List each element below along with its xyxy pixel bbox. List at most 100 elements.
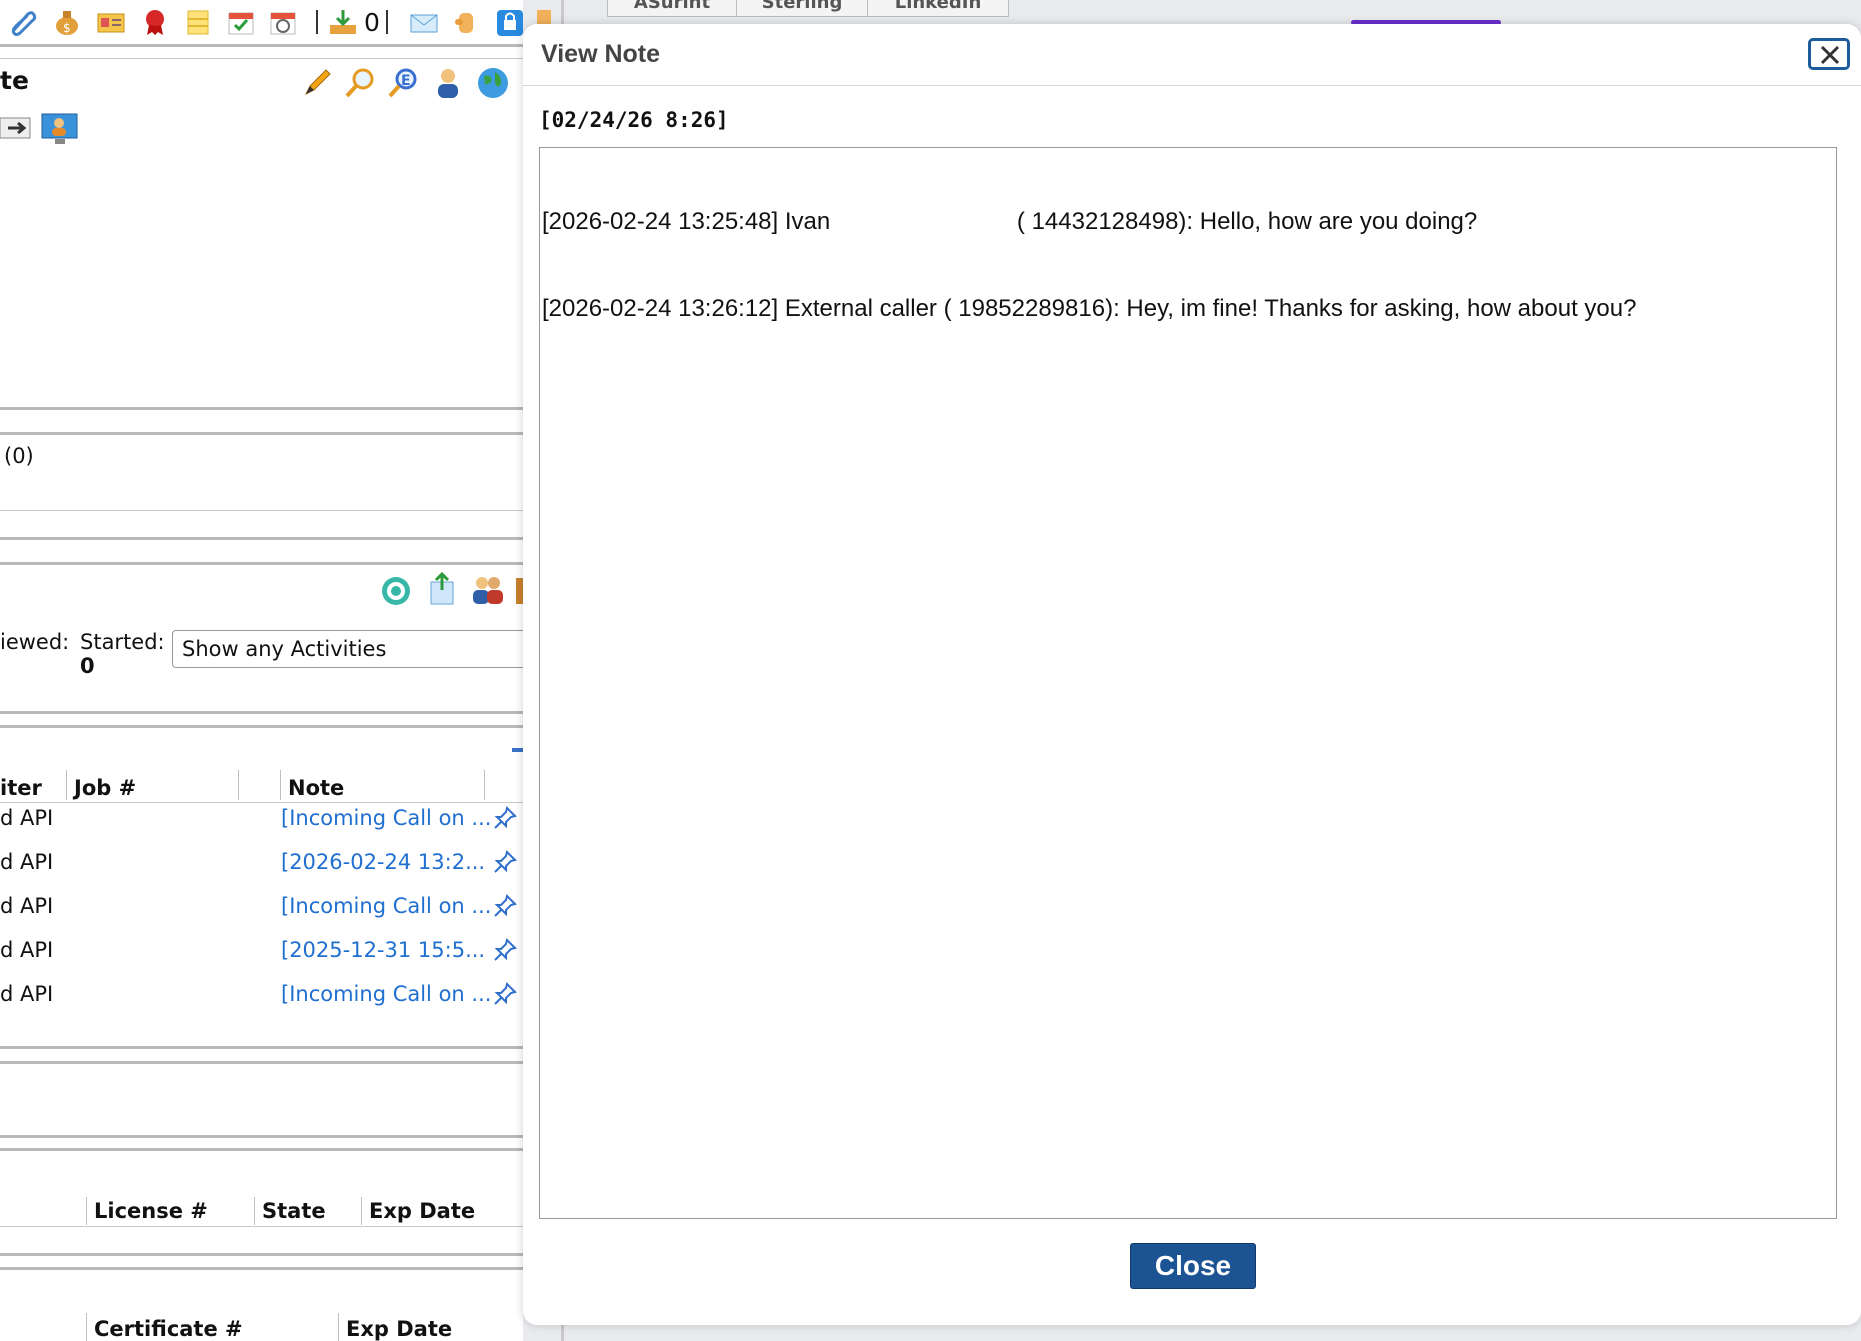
col-divider [280,770,281,800]
toolbar-separator [0,44,523,47]
pin-icon[interactable] [492,893,518,919]
row-note-link[interactable]: [Incoming Call on ... [281,894,491,918]
forward-email-icon[interactable] [0,114,32,146]
row-source: d API [0,806,54,830]
col-header-state[interactable]: State [262,1199,326,1223]
edit-pencil-icon[interactable] [300,66,334,104]
separator [0,1135,523,1138]
background-record-panel: $ 0 te E (0) iewed: Started: 0 Show any … [0,0,523,1341]
target-icon[interactable] [380,575,412,611]
globe-icon[interactable] [476,66,510,104]
pin-icon[interactable] [492,805,518,831]
separator [0,711,523,714]
separator [0,1046,523,1049]
count-label: (0) [4,444,34,468]
tab-stub[interactable]: LinkedIn [867,0,1009,17]
award-ribbon-icon[interactable] [140,8,170,36]
dialog-title: View Note [541,40,661,68]
col-divider [254,1197,255,1225]
tab-stub[interactable]: ASurint [607,0,737,17]
col-divider [361,1197,362,1225]
user-icon[interactable] [431,66,465,104]
calendar-clock-icon[interactable] [268,8,298,36]
svg-text:$: $ [63,21,71,35]
col-divider [86,1197,87,1225]
note-textarea[interactable]: [2026-02-24 13:25:48] Ivan ( 14432128498… [539,147,1837,1219]
note-line: [2026-02-24 13:26:12] External caller ( … [542,295,1637,322]
col-header-note[interactable]: Note [288,776,344,800]
mail-icon[interactable] [409,8,439,36]
monitor-user-icon[interactable] [41,112,79,150]
row-note-link[interactable]: [Incoming Call on ... [281,982,491,1006]
toolbar-divider [316,10,318,34]
view-note-dialog: View Note [02/24/26 8:26] [2026-02-24 13… [523,24,1861,1325]
col-divider [238,770,239,800]
close-icon [1820,45,1840,65]
started-value: 0 [80,654,95,678]
row-source: d API [0,850,54,874]
upload-document-icon[interactable] [427,571,457,610]
magnifier-icon[interactable] [343,66,377,104]
col-header-exp-date[interactable]: Exp Date [369,1199,475,1223]
top-toolbar: $ 0 [0,0,523,44]
note-date: [02/24/26 8:26] [539,108,729,132]
list-icon[interactable] [183,8,213,36]
pin-icon[interactable] [492,981,518,1007]
collapse-dash-icon[interactable] [512,748,523,752]
col-divider [338,1313,339,1341]
col-header-cert-exp-date[interactable]: Exp Date [346,1317,452,1341]
calendar-check-icon[interactable] [226,8,256,36]
svg-text:E: E [401,73,411,89]
col-divider [66,770,67,800]
close-button[interactable]: Close [1130,1243,1256,1289]
separator [0,1253,523,1256]
activity-filter-value: Show any Activities [182,637,387,661]
tab-stub[interactable]: Sterling [736,0,868,17]
viewed-label: iewed: [0,630,70,654]
col-header-license[interactable]: License # [94,1199,208,1223]
row-note-link[interactable]: [2026-02-24 13:2... [281,850,485,874]
col-divider [484,770,485,800]
separator [0,58,523,59]
row-source: d API [0,982,54,1006]
table-header-border [0,1226,523,1227]
row-source: d API [0,938,54,962]
separator [0,1061,523,1064]
search-e-icon[interactable]: E [386,66,420,104]
section-title: te [0,66,29,95]
row-note-link[interactable]: [Incoming Call on ... [281,806,491,830]
toolbar-divider [386,10,388,34]
table-header-border [0,802,523,803]
separator [0,562,523,565]
col-header-recruiter[interactable]: iter [0,776,42,800]
col-header-certificate[interactable]: Certificate # [94,1317,243,1341]
close-x-button[interactable] [1808,38,1850,70]
pin-icon[interactable] [492,849,518,875]
pin-icon[interactable] [492,937,518,963]
id-card-icon[interactable] [96,8,126,36]
hand-point-icon[interactable] [451,8,481,36]
activity-filter-select[interactable]: Show any Activities [172,630,523,668]
folder-icon[interactable] [516,578,523,604]
separator [0,537,523,540]
separator [0,1267,523,1270]
started-label: Started: [80,630,165,654]
toolbar-counter: 0 [364,8,380,37]
row-note-link[interactable]: [2025-12-31 15:5... [281,938,485,962]
toolbar-icon-partial [537,10,551,24]
separator [0,407,523,410]
group-users-icon[interactable] [470,574,506,610]
col-header-job[interactable]: Job # [74,776,136,800]
download-tray-icon[interactable] [328,8,358,36]
money-bag-icon[interactable]: $ [52,8,82,36]
note-line: [2026-02-24 13:25:48] Ivan ( 14432128498… [542,208,1478,235]
separator [0,725,523,728]
separator [0,1148,523,1151]
separator [0,510,523,511]
row-source: d API [0,894,54,918]
col-divider [86,1313,87,1341]
attachment-icon[interactable] [8,8,38,36]
lock-icon[interactable] [495,8,523,36]
separator [0,432,523,435]
dialog-title-separator [523,85,1861,86]
